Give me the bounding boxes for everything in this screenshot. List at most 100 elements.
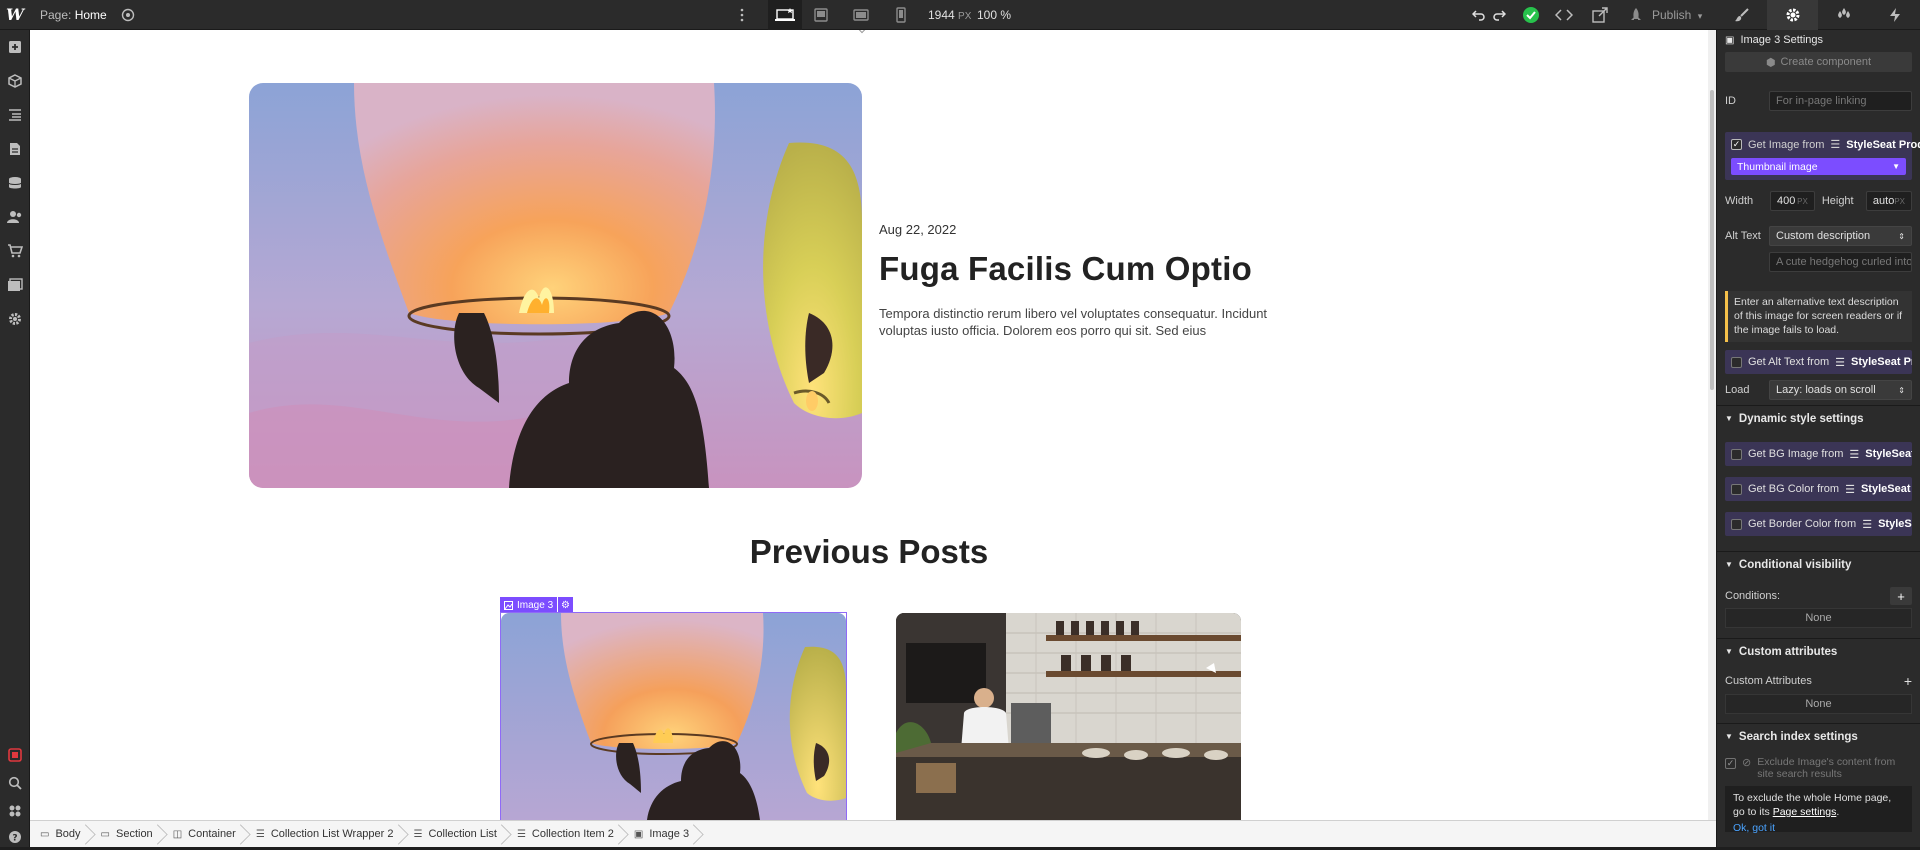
width-unit: PX <box>1797 196 1808 206</box>
width-label: Width <box>1725 195 1754 207</box>
create-component-label: Create component <box>1780 56 1872 68</box>
scrollbar-thumb[interactable] <box>1710 90 1714 390</box>
more-vertical-icon[interactable] <box>740 8 744 22</box>
dynamic-style-section-header[interactable]: ▼ Dynamic style settings <box>1717 405 1920 431</box>
interactions-drops-icon[interactable] <box>1818 0 1869 30</box>
alt-text-select[interactable]: Custom description ⇕ <box>1769 226 1912 246</box>
alt-description-input[interactable]: A cute hedgehog curled into <box>1769 252 1912 272</box>
border-color-checkbox[interactable] <box>1731 518 1742 530</box>
width-input[interactable]: 400 PX <box>1770 191 1815 211</box>
alt-text-note: Enter an alternative text description of… <box>1725 291 1912 342</box>
designer-canvas[interactable]: Aug 22, 2022 Fuga Facilis Cum Optio Temp… <box>30 30 1708 820</box>
get-alt-text-checkbox[interactable] <box>1731 356 1742 368</box>
page-settings-link[interactable]: Page settings <box>1773 806 1837 818</box>
get-image-row: ✓ Get Image from ☰ StyleSeat Prod... <box>1731 138 1920 151</box>
exclude-search-checkbox[interactable]: ✓ <box>1725 758 1736 769</box>
ecommerce-cart-icon[interactable] <box>0 238 30 264</box>
breadcrumb-collection-list[interactable]: ☰ Collection List <box>404 821 507 848</box>
breakpoint-mobile-landscape-icon[interactable] <box>853 9 869 24</box>
redo-icon[interactable] <box>1492 8 1507 25</box>
caret-down-icon: ▼ <box>1892 162 1900 171</box>
collection-icon: ☰ <box>1862 518 1873 531</box>
users-icon[interactable] <box>0 204 30 230</box>
lantern-thumbnail-photo <box>501 613 846 820</box>
code-export-icon[interactable] <box>1554 8 1574 25</box>
load-select-value: Lazy: loads on scroll <box>1776 384 1876 396</box>
undo-icon[interactable] <box>1471 8 1486 25</box>
navigator-icon[interactable] <box>0 102 30 128</box>
add-condition-plus-icon[interactable]: + <box>1890 587 1912 605</box>
breadcrumb-body[interactable]: ▭ Body <box>30 821 91 848</box>
add-attribute-plus-icon[interactable]: + <box>1904 673 1912 689</box>
selected-element-tag[interactable]: Image 3 <box>500 597 558 613</box>
style-brush-icon[interactable] <box>1716 0 1767 30</box>
create-component-button[interactable]: ⬢ Create component <box>1725 52 1912 72</box>
breadcrumb-container[interactable]: ◫ Container <box>163 821 246 848</box>
collection-wrapper-icon: ☰ <box>255 828 265 840</box>
search-index-heading: Search index settings <box>1738 730 1858 743</box>
previous-posts-heading: Previous Posts <box>749 533 989 570</box>
preview-eye-icon[interactable] <box>121 8 135 22</box>
conditions-none: None <box>1725 608 1912 628</box>
get-alt-text-label: Get Alt Text from <box>1748 356 1830 368</box>
conditional-visibility-header[interactable]: ▼ Conditional visibility <box>1717 551 1920 577</box>
canvas-width-value: 1944 <box>928 8 955 22</box>
breadcrumb-collection-list-wrapper[interactable]: ☰ Collection List Wrapper 2 <box>246 821 404 848</box>
lightning-icon[interactable] <box>1869 0 1920 30</box>
alt-text-select-value: Custom description <box>1776 230 1871 242</box>
thumbnail-select[interactable]: Thumbnail image ▼ <box>1731 158 1906 175</box>
search-index-header[interactable]: ▼ Search index settings <box>1717 723 1920 749</box>
add-icon[interactable] <box>0 34 30 60</box>
height-input[interactable]: auto PX <box>1865 191 1912 211</box>
breadcrumb-label: Collection Item 2 <box>531 828 614 840</box>
custom-attributes-header[interactable]: ▼ Custom attributes <box>1717 638 1920 664</box>
height-value: auto <box>1872 195 1895 207</box>
breadcrumb-collection-item[interactable]: ☰ Collection Item 2 <box>507 821 624 848</box>
components-icon[interactable] <box>0 68 30 94</box>
breakpoint-mobile-portrait-icon[interactable] <box>896 7 906 26</box>
settings-gear-icon[interactable] <box>1767 0 1818 30</box>
breadcrumb-section[interactable]: ▭ Section <box>91 821 163 848</box>
page-name: Home <box>74 7 107 22</box>
canvas-scrollbar[interactable] <box>1708 30 1716 820</box>
collapse-triangle-icon: ▼ <box>1725 414 1733 423</box>
panel-tabs <box>1716 0 1920 30</box>
featured-post-image[interactable] <box>249 83 862 488</box>
alt-text-label: Alt Text <box>1725 230 1761 242</box>
get-image-checkbox[interactable]: ✓ <box>1731 139 1742 150</box>
previous-post-image-2[interactable] <box>896 613 1241 820</box>
exclude-note-period: . <box>1836 806 1840 818</box>
pages-icon[interactable] <box>0 136 30 162</box>
assets-images-icon[interactable] <box>0 272 30 298</box>
breakpoint-desktop-icon[interactable] <box>768 0 802 30</box>
previous-post-image-1[interactable] <box>501 613 846 820</box>
breadcrumb-image[interactable]: ▣ Image 3 <box>624 821 699 848</box>
svg-text:?: ? <box>12 834 17 844</box>
lantern-photo <box>249 83 862 488</box>
ok-got-it-link[interactable]: Ok, got it <box>1733 821 1904 835</box>
webflow-logo[interactable]: W <box>0 0 30 30</box>
breakpoint-tablet-icon[interactable] <box>814 8 828 25</box>
bg-image-checkbox[interactable] <box>1731 448 1742 460</box>
load-select[interactable]: Lazy: loads on scroll ⇕ <box>1769 380 1912 400</box>
settings-cog-icon[interactable] <box>0 306 30 332</box>
bg-color-checkbox[interactable] <box>1731 483 1742 495</box>
help-icon[interactable]: ? <box>0 824 30 850</box>
cms-icon[interactable] <box>0 170 30 196</box>
canvas-width-unit: PX <box>958 11 972 22</box>
apps-icon[interactable] <box>0 798 30 824</box>
page-selector[interactable]: Page: Home <box>40 8 107 22</box>
section-icon: ▭ <box>100 828 110 840</box>
record-icon[interactable] <box>0 742 30 768</box>
id-input[interactable]: For in-page linking <box>1769 91 1912 111</box>
selection-settings-gear-icon[interactable]: ⚙ <box>558 597 573 613</box>
selected-element-label: Image 3 <box>517 599 554 611</box>
component-icon: ⬢ <box>1765 56 1776 69</box>
search-icon[interactable] <box>0 770 30 796</box>
post-excerpt: Tempora distinctio rerum libero vel volu… <box>879 306 1268 338</box>
top-indicator <box>857 30 867 34</box>
post-title: Fuga Facilis Cum Optio <box>879 250 1252 287</box>
publish-button[interactable]: Publish ▾ <box>1652 8 1702 22</box>
conditions-row: Conditions: + <box>1725 587 1912 605</box>
share-icon[interactable] <box>1592 7 1608 26</box>
